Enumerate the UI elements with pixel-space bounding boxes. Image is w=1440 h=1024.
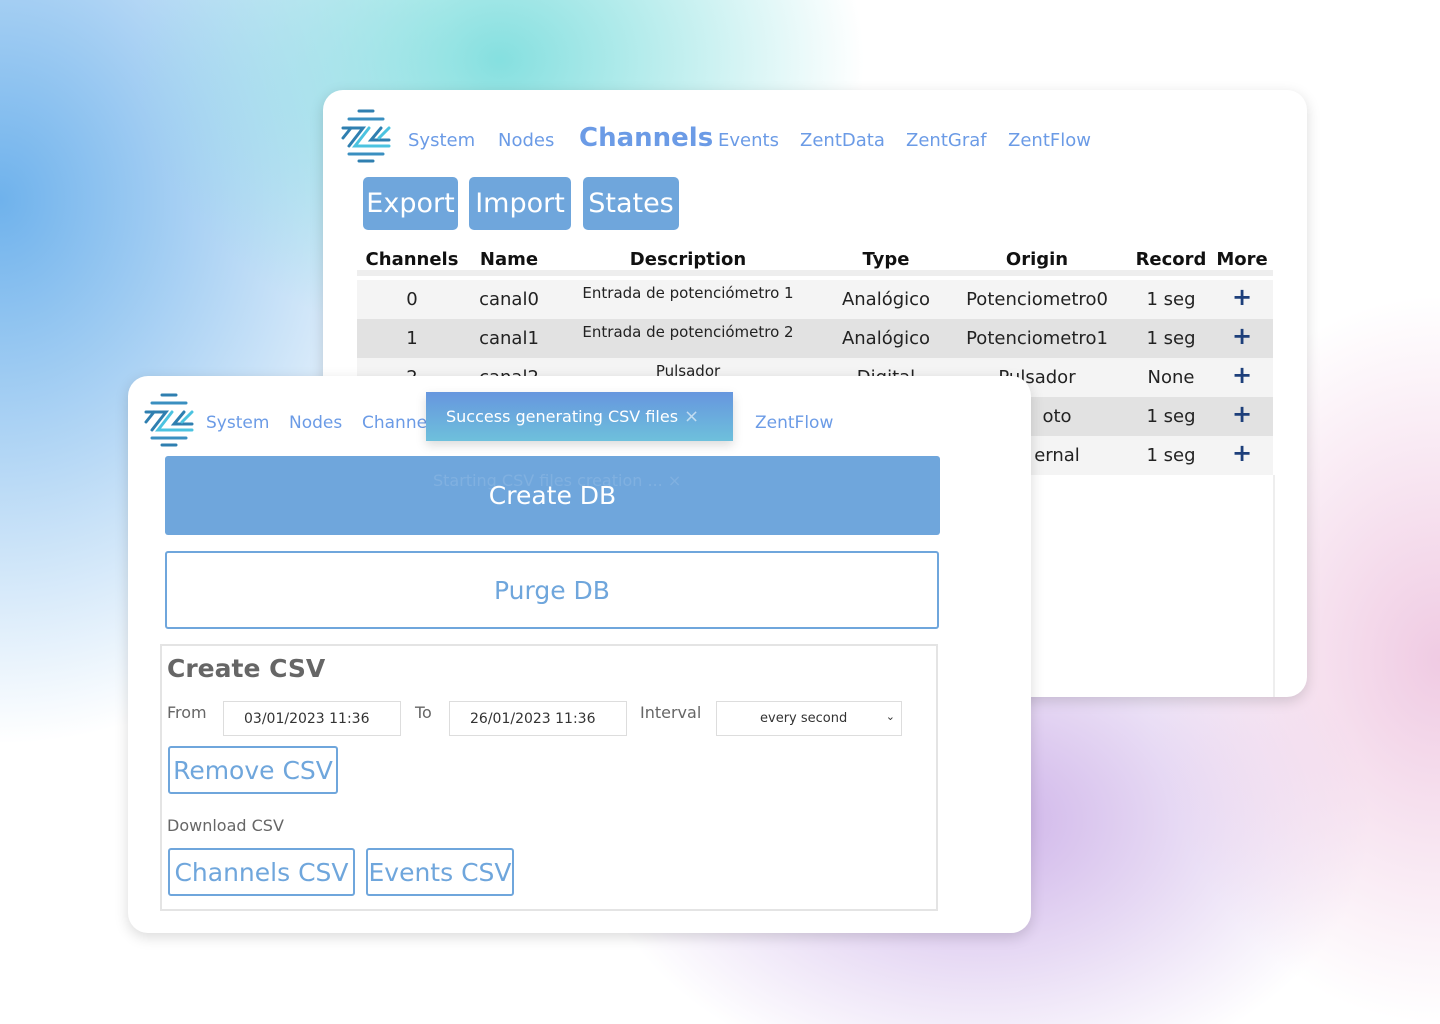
header-type: Type [862, 249, 910, 270]
more-plus-icon[interactable]: + [1232, 439, 1252, 467]
header-description: Description [629, 249, 747, 270]
zentinel-logo-icon [341, 109, 391, 163]
remove-csv-button[interactable]: Remove CSV [168, 746, 338, 794]
toast-message: Success generating CSV files [446, 407, 679, 426]
cell-name: canal0 [479, 289, 539, 310]
more-plus-icon[interactable]: + [1232, 322, 1252, 350]
close-icon[interactable]: × [684, 406, 699, 427]
header-origin: Origin [1005, 249, 1069, 270]
export-button[interactable]: Export [363, 177, 458, 230]
channels-csv-button[interactable]: Channels CSV [168, 848, 355, 896]
header-channels: Channels [365, 249, 459, 270]
cell-channel: 0 [406, 289, 418, 310]
cell-record: 1 seg [1146, 406, 1196, 427]
database-window: System Nodes Channels ZentFlow Create DB… [128, 376, 1031, 933]
nav-zentflow[interactable]: ZentFlow [755, 413, 833, 433]
cell-type: Analógico [841, 289, 931, 310]
header-more: More [1216, 249, 1268, 270]
from-date-input[interactable]: 03/01/2023 11:36 [223, 701, 401, 736]
cell-channel: 1 [406, 328, 418, 349]
interval-label: Interval [640, 703, 702, 722]
create-db-button[interactable]: Create DB [165, 456, 940, 535]
nav-zentdata[interactable]: ZentData [800, 130, 885, 151]
nav-system[interactable]: System [408, 130, 475, 151]
cell-origin: oto [1042, 406, 1072, 427]
create-csv-panel: Create CSV From 03/01/2023 11:36 To 26/0… [160, 644, 938, 911]
states-button[interactable]: States [583, 177, 679, 230]
purge-db-button[interactable]: Purge DB [165, 551, 939, 629]
faded-toast: Starting CSV files creation ... × [433, 471, 682, 490]
nav-nodes[interactable]: Nodes [498, 130, 554, 151]
more-plus-icon[interactable]: + [1232, 283, 1252, 311]
cell-description: Entrada de potenciómetro 1 [582, 284, 794, 302]
cell-name: canal1 [479, 328, 539, 349]
cell-record: 1 seg [1146, 328, 1196, 349]
cell-origin: ernal [1034, 445, 1080, 466]
table-scroll-edge [1273, 475, 1275, 697]
create-csv-title: Create CSV [167, 654, 326, 683]
nav-zentgraf[interactable]: ZentGraf [906, 130, 987, 151]
header-record: Record [1135, 249, 1207, 270]
to-label: To [415, 703, 432, 722]
nav-system[interactable]: System [206, 413, 269, 433]
cell-origin: Potenciometro1 [966, 328, 1108, 349]
nav-events[interactable]: Events [718, 130, 779, 151]
import-button[interactable]: Import [469, 177, 571, 230]
chevron-down-icon: ⌄ [885, 710, 895, 723]
interval-select[interactable]: every second ⌄ [716, 701, 902, 736]
cell-description: Entrada de potenciómetro 2 [582, 323, 794, 341]
nav-nodes[interactable]: Nodes [289, 413, 342, 433]
faded-toast-text: Starting CSV files creation ... [433, 471, 663, 490]
download-csv-label: Download CSV [167, 816, 284, 835]
to-date-input[interactable]: 26/01/2023 11:36 [449, 701, 627, 736]
from-label: From [167, 703, 207, 722]
zentinel-logo-icon [144, 393, 194, 447]
more-plus-icon[interactable]: + [1232, 400, 1252, 428]
table-row: 0 canal0 Entrada de potenciómetro 1 Anal… [357, 280, 1273, 319]
success-toast: Success generating CSV files × [426, 392, 733, 441]
header-name: Name [479, 249, 539, 270]
cell-type: Analógico [841, 328, 931, 349]
nav-zentflow[interactable]: ZentFlow [1008, 130, 1091, 151]
more-plus-icon[interactable]: + [1232, 361, 1252, 389]
cell-record: 1 seg [1146, 445, 1196, 466]
cell-record: 1 seg [1146, 289, 1196, 310]
cell-record: None [1147, 367, 1195, 388]
nav-channels[interactable]: Channels [579, 123, 713, 153]
cell-origin: Potenciometro0 [966, 289, 1108, 310]
events-csv-button[interactable]: Events CSV [366, 848, 514, 896]
interval-value: every second [760, 711, 848, 726]
table-row: 1 canal1 Entrada de potenciómetro 2 Anal… [357, 319, 1273, 358]
